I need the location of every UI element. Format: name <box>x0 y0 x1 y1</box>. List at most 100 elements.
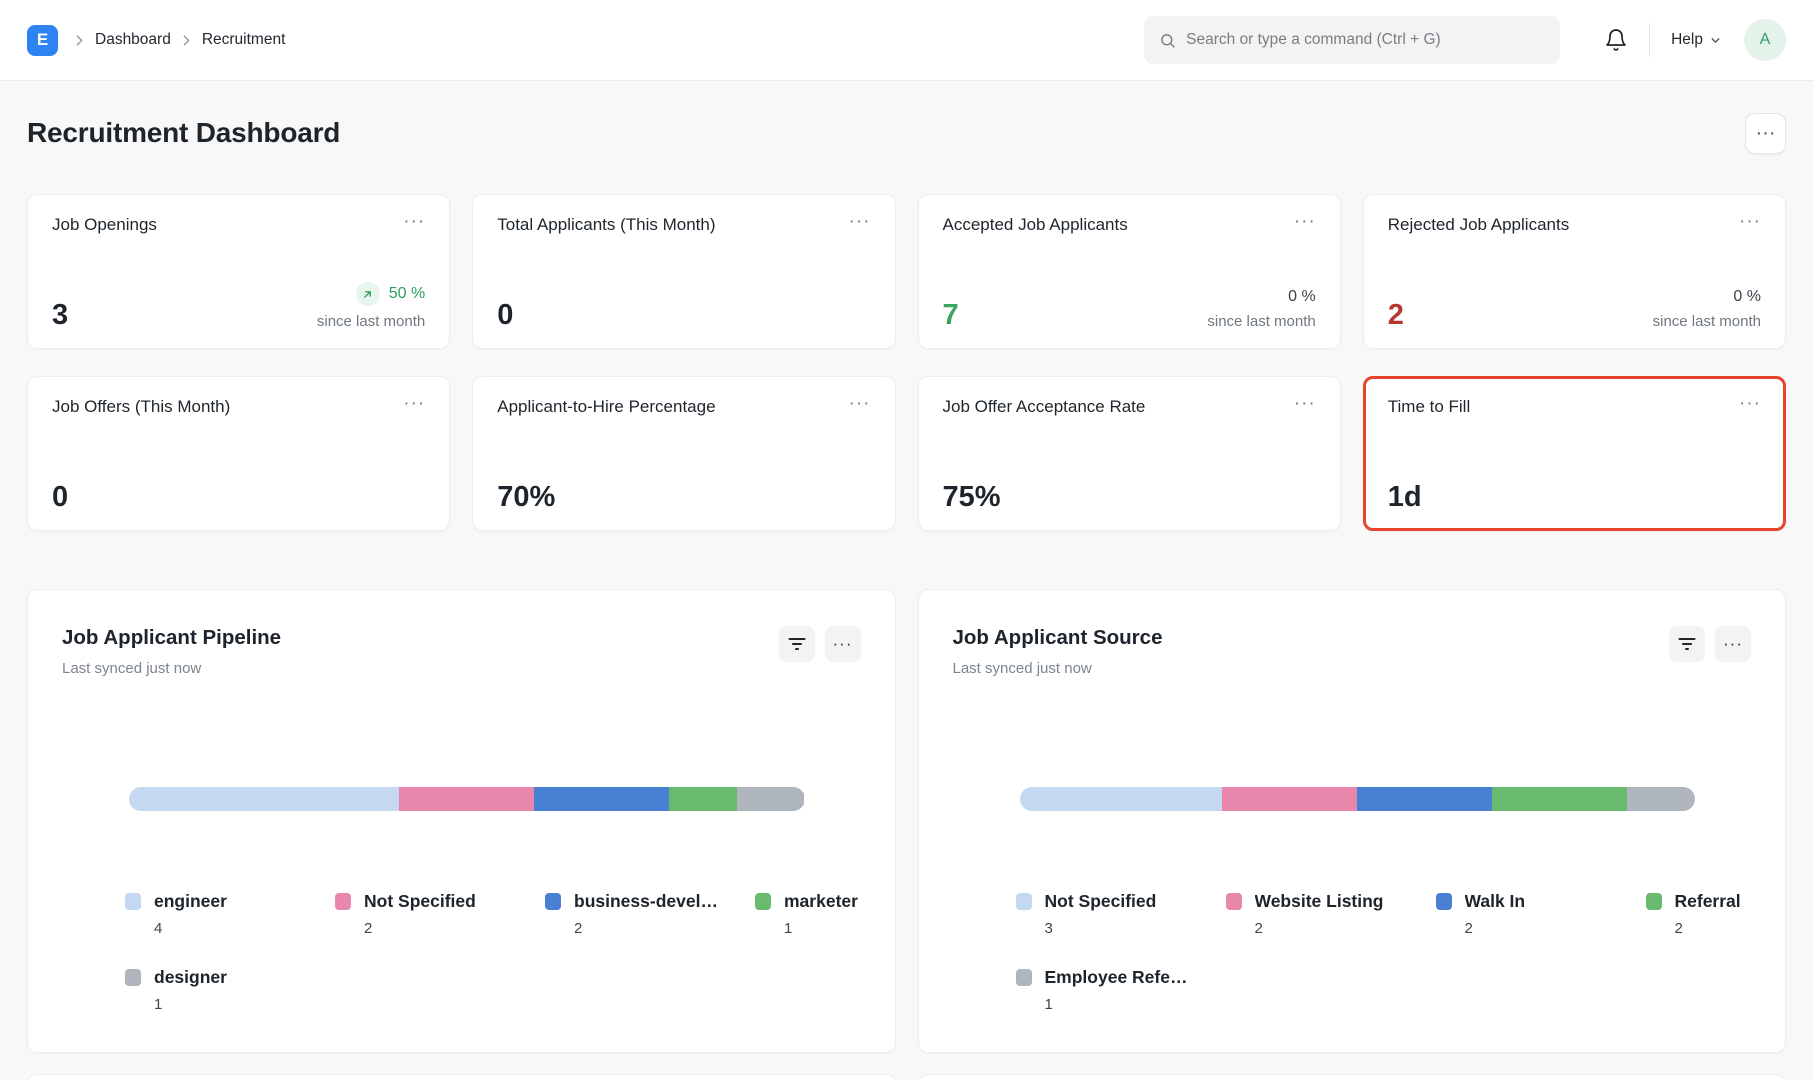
card-title: Job Offers (This Month) <box>52 397 230 417</box>
chart-subtitle: Last synced just now <box>62 660 281 677</box>
legend-item-designer: designer 1 <box>125 967 335 1013</box>
card-bottom: 1d <box>1388 483 1761 512</box>
change-row: 0 % <box>1653 288 1761 306</box>
card-value: 1d <box>1388 483 1422 512</box>
card-value: 70% <box>497 483 555 512</box>
card-title: Job Offer Acceptance Rate <box>943 397 1146 417</box>
filter-icon <box>788 637 806 651</box>
card-menu-icon[interactable]: ··· <box>1294 397 1316 411</box>
change-value: 0 % <box>1288 288 1316 306</box>
chart-actions: ··· <box>779 626 861 662</box>
filter-icon <box>1678 637 1696 651</box>
chevron-down-icon <box>1709 34 1722 47</box>
legend-item-website-listing: Website Listing 2 <box>1226 891 1436 937</box>
legend-item-top: marketer <box>755 891 861 912</box>
card-menu-icon[interactable]: ··· <box>1294 215 1316 229</box>
app-logo[interactable]: E <box>27 25 58 56</box>
partial-card <box>918 1074 1787 1080</box>
ellipsis-icon: ··· <box>1723 634 1743 654</box>
legend-swatch <box>125 893 141 910</box>
legend-value: 2 <box>1255 920 1436 937</box>
chart-filter-button[interactable] <box>779 626 815 662</box>
number-card-time-to-fill: Time to Fill ··· 1d <box>1363 376 1786 531</box>
legend-swatch <box>335 893 351 910</box>
card-value: 0 <box>497 301 513 330</box>
bar-segment-not-specified <box>399 787 534 811</box>
user-avatar[interactable]: A <box>1744 19 1786 61</box>
chart-header: Job Applicant SourceLast synced just now… <box>953 626 1752 677</box>
legend-item-referral: Referral2 <box>1646 891 1752 937</box>
app-logo-letter: E <box>37 30 48 50</box>
avatar-letter: A <box>1760 31 1771 49</box>
chart-header-text: Job Applicant Pipeline Last synced just n… <box>62 626 281 677</box>
card-header: Job Offers (This Month) ··· <box>52 397 425 417</box>
chart-card-job-applicant-source: Job Applicant SourceLast synced just now… <box>918 589 1787 1053</box>
card-menu-icon[interactable]: ··· <box>403 215 425 229</box>
legend-swatch <box>545 893 561 910</box>
legend-item-walk-in: Walk In2 <box>1436 891 1646 937</box>
legend-label: Employee Referral <box>1045 967 1193 988</box>
chart-title: Job Applicant Pipeline <box>62 626 281 650</box>
chart-menu-button[interactable]: ··· <box>825 626 861 662</box>
legend-value: 2 <box>1675 920 1752 937</box>
legend-item-employee-referral: Employee Referral 1 <box>1016 967 1226 1013</box>
card-menu-icon[interactable]: ··· <box>849 397 871 411</box>
global-search[interactable] <box>1144 16 1560 64</box>
card-menu-icon[interactable]: ··· <box>849 215 871 229</box>
legend-value: 1 <box>1045 996 1226 1013</box>
card-title: Applicant-to-Hire Percentage <box>497 397 715 417</box>
page-menu-button[interactable]: ··· <box>1745 113 1786 154</box>
bar-segment-not-specified <box>1020 787 1223 811</box>
change-note: since last month <box>1207 313 1315 330</box>
legend-swatch <box>125 969 141 986</box>
navbar-divider <box>1649 23 1650 57</box>
card-value: 2 <box>1388 301 1404 330</box>
help-menu[interactable]: Help <box>1671 31 1722 49</box>
percentage-bar <box>129 787 805 811</box>
card-value: 3 <box>52 301 68 330</box>
bar-segment-walk-in <box>1357 787 1492 811</box>
card-bottom: 3 50 %since last month <box>52 282 425 330</box>
card-title: Time to Fill <box>1388 397 1471 417</box>
bar-segment-marketer <box>669 787 737 811</box>
card-change-meta: 0 % since last month <box>1207 288 1315 330</box>
card-menu-icon[interactable]: ··· <box>1739 397 1761 411</box>
percentage-bar <box>1020 787 1696 811</box>
legend-row: Not Specified3Website Listing2Walk In2Re… <box>1016 891 1752 937</box>
breadcrumb-recruitment[interactable]: Recruitment <box>202 31 286 49</box>
page-header: Recruitment Dashboard ··· <box>27 112 1786 154</box>
card-bottom: 0 <box>52 483 425 512</box>
legend-item-top: designer <box>125 967 335 988</box>
card-header: Accepted Job Applicants··· <box>943 215 1316 235</box>
next-row-peek <box>27 1074 1786 1080</box>
number-cards-grid: Job Openings ··· 3 50 %since last month Tota… <box>27 194 1786 531</box>
card-header: Total Applicants (This Month)··· <box>497 215 870 235</box>
legend-label: Website Listing <box>1255 891 1384 912</box>
legend-item-not-specified: Not Specified3 <box>1016 891 1226 937</box>
card-bottom: 70 %since last month <box>943 288 1316 330</box>
charts-grid: Job Applicant Pipeline Last synced just n… <box>27 589 1786 1053</box>
search-input[interactable] <box>1186 31 1545 49</box>
card-menu-icon[interactable]: ··· <box>1739 215 1761 229</box>
legend-swatch <box>1436 893 1452 910</box>
legend-label: marketer <box>784 891 858 912</box>
chart-menu-button[interactable]: ··· <box>1715 626 1751 662</box>
notifications-button[interactable] <box>1604 28 1628 52</box>
breadcrumb-dashboard[interactable]: Dashboard <box>95 31 171 49</box>
chart-filter-button[interactable] <box>1669 626 1705 662</box>
number-card-job-offer-acceptance-rate: Job Offer Acceptance Rate···75% <box>918 376 1341 531</box>
card-value: 0 <box>52 483 68 512</box>
legend-item-top: Employee Referral <box>1016 967 1226 988</box>
card-bottom: 20 %since last month <box>1388 288 1761 330</box>
legend-value: 2 <box>574 920 755 937</box>
legend-label: designer <box>154 967 227 988</box>
card-title: Job Openings <box>52 215 157 235</box>
bell-icon <box>1604 28 1628 52</box>
legend-value: 1 <box>154 996 335 1013</box>
card-menu-icon[interactable]: ··· <box>403 397 425 411</box>
change-row: 0 % <box>1207 288 1315 306</box>
legend-swatch <box>1226 893 1242 910</box>
legend-swatch <box>1016 969 1032 986</box>
legend-row: engineer4Not Specified2business-developm… <box>125 891 861 937</box>
card-change-meta: 50 %since last month <box>317 282 425 330</box>
